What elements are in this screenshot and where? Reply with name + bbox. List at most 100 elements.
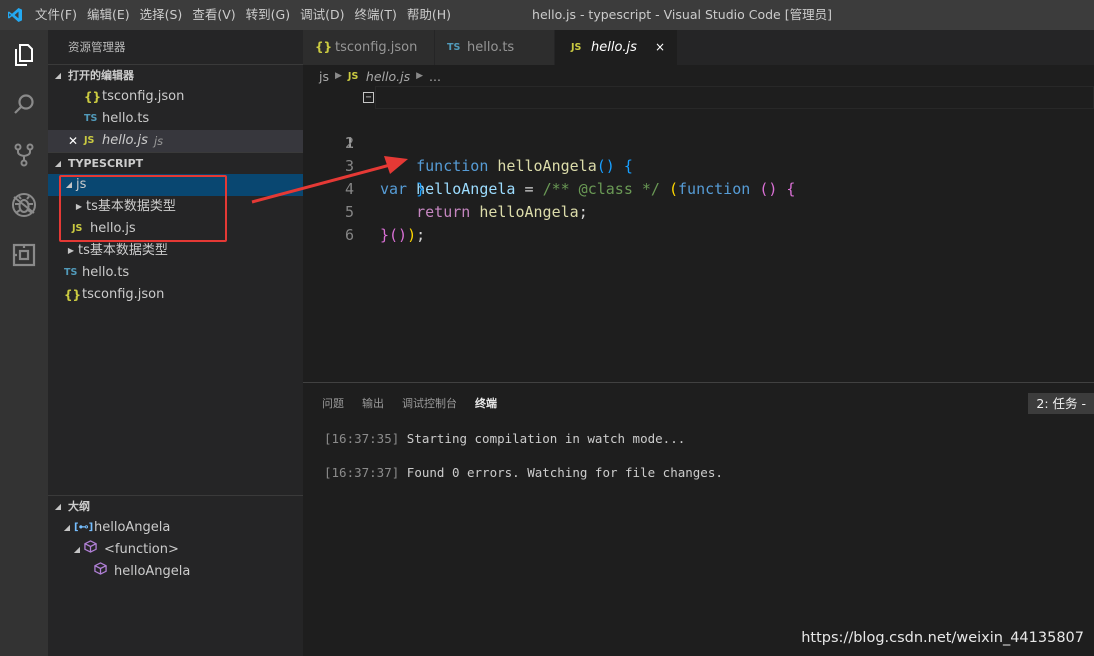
terminal-line: [16:37:37] Found 0 errors. Watching for …: [324, 465, 723, 480]
outline-item[interactable]: ◢ [⊷] helloAngela: [48, 517, 303, 539]
code-line: 1 − var helloAngela = /** @class */ (fun…: [303, 86, 1094, 198]
chevron-right-icon: ▶: [75, 202, 83, 211]
menu-edit[interactable]: 编辑(E): [82, 0, 135, 30]
tree-file-hello-ts[interactable]: TS hello.ts: [48, 262, 303, 284]
menu-go[interactable]: 转到(G): [241, 0, 295, 30]
line-number: 6: [344, 226, 354, 244]
explorer-icon[interactable]: [0, 30, 48, 80]
open-editor-label: tsconfig.json: [102, 89, 185, 104]
menu-terminal[interactable]: 终端(T): [349, 0, 401, 30]
tree-file-hello-js[interactable]: JS hello.js: [48, 218, 303, 240]
terminal-line: [16:37:35] Starting compilation in watch…: [324, 431, 686, 446]
debug-icon[interactable]: [0, 180, 48, 230]
menu-bar: 文件(F) 编辑(E) 选择(S) 查看(V) 转到(G) 调试(D) 终端(T…: [30, 0, 456, 30]
chevron-down-icon: ◢: [73, 545, 81, 554]
outline-label: <function>: [104, 542, 179, 557]
watermark: https://blog.csdn.net/weixin_44135807: [801, 630, 1084, 646]
open-editors-header[interactable]: ◢ 打开的编辑器: [48, 64, 303, 86]
code-line: 6: [303, 201, 1094, 244]
json-file-icon: {}: [64, 288, 82, 302]
code-editor[interactable]: 1 − var helloAngela = /** @class */ (fun…: [303, 86, 1094, 382]
workspace-header[interactable]: ◢ TYPESCRIPT: [48, 152, 303, 174]
breadcrumb-item[interactable]: js: [319, 69, 329, 84]
outline-label: helloAngela: [94, 520, 171, 535]
panel-tab-debug-console[interactable]: 调试控制台: [402, 383, 457, 425]
bottom-panel: 问题 输出 调试控制台 终端 2: 任务 - [16:37:35] Starti…: [303, 382, 1094, 656]
variable-symbol-icon: [⊷]: [74, 522, 94, 533]
ts-file-icon: TS: [64, 267, 78, 278]
open-editor-item-active[interactable]: ✕ JS hello.js js: [48, 130, 303, 152]
open-editor-item[interactable]: TS hello.ts: [48, 108, 303, 130]
tree-file-tsconfig[interactable]: {} tsconfig.json: [48, 284, 303, 306]
tab-hello-ts[interactable]: TS hello.ts: [435, 30, 555, 65]
chevron-down-icon: ◢: [65, 180, 73, 189]
menu-file[interactable]: 文件(F): [30, 0, 82, 30]
outline-item[interactable]: ◢ <function>: [48, 539, 303, 561]
chevron-down-icon: ◢: [54, 158, 62, 168]
tab-label: hello.js: [591, 40, 637, 55]
breadcrumb: js ▶ JS hello.js ▶ ...: [303, 65, 1094, 87]
tree-folder-js[interactable]: ◢ js: [48, 174, 303, 196]
open-editor-label: hello.ts: [102, 111, 150, 126]
extensions-icon[interactable]: [0, 230, 48, 280]
menu-debug[interactable]: 调试(D): [295, 0, 349, 30]
open-editor-description: js: [153, 134, 164, 148]
js-file-icon: JS: [72, 223, 83, 234]
outline-header[interactable]: ◢ 大纲: [48, 495, 303, 517]
tab-label: hello.ts: [467, 40, 515, 55]
chevron-right-icon: ▶: [335, 71, 342, 81]
vscode-logo-icon: [0, 0, 30, 30]
tree-item-label: js: [76, 177, 87, 192]
tab-close-icon[interactable]: ×: [655, 30, 665, 65]
code-line: 4 return helloAngela;: [303, 155, 1094, 221]
chevron-down-icon: ◢: [54, 70, 62, 80]
js-file-icon: JS: [84, 135, 95, 146]
panel-tab-terminal[interactable]: 终端: [475, 383, 497, 425]
editor-tabs: {} tsconfig.json TS hello.ts JS hello.js…: [303, 30, 1094, 65]
close-icon[interactable]: ✕: [68, 130, 84, 152]
menu-view[interactable]: 查看(V): [187, 0, 240, 30]
ts-file-icon: TS: [84, 113, 98, 124]
tree-item-label: ts基本数据类型: [78, 243, 168, 258]
tab-hello-js[interactable]: JS hello.js ×: [555, 30, 678, 65]
chevron-right-icon: ▶: [67, 246, 75, 255]
code-line: 2 function helloAngela() {: [303, 109, 1094, 175]
fold-minus-icon[interactable]: −: [363, 92, 374, 103]
sidebar-title: 资源管理器: [68, 40, 126, 54]
tree-folder-ts-types[interactable]: ▶ ts基本数据类型: [48, 240, 303, 262]
outline-label: helloAngela: [114, 564, 191, 579]
current-line-highlight: [375, 86, 1094, 109]
open-editor-item[interactable]: {} tsconfig.json: [48, 86, 303, 108]
source-control-icon[interactable]: [0, 130, 48, 180]
ts-file-icon: TS: [447, 42, 461, 53]
code-line: 5 }());: [303, 178, 1094, 244]
tree-item-label: hello.ts: [82, 265, 130, 280]
tab-tsconfig[interactable]: {} tsconfig.json: [303, 30, 435, 65]
js-file-icon: JS: [347, 70, 359, 82]
chevron-down-icon: ◢: [54, 501, 62, 511]
tree-folder-ts-types[interactable]: ▶ ts基本数据类型: [48, 196, 303, 218]
outline-section: ◢ 大纲 ◢ [⊷] helloAngela ◢ <function> hell…: [48, 495, 303, 583]
title-bar: 文件(F) 编辑(E) 选择(S) 查看(V) 转到(G) 调试(D) 终端(T…: [0, 0, 1094, 30]
search-icon[interactable]: [0, 80, 48, 130]
panel-tab-output[interactable]: 输出: [362, 383, 384, 425]
outline-item[interactable]: helloAngela: [48, 561, 303, 583]
breadcrumb-item[interactable]: ...: [429, 69, 441, 84]
tree-item-label: hello.js: [90, 221, 136, 236]
function-symbol-icon: [94, 561, 114, 583]
terminal-select[interactable]: 2: 任务 -: [1028, 393, 1094, 414]
panel-tab-problems[interactable]: 问题: [322, 383, 344, 425]
menu-help[interactable]: 帮助(H): [402, 0, 456, 30]
json-file-icon: {}: [84, 90, 102, 104]
json-file-icon: {}: [315, 40, 333, 54]
menu-selection[interactable]: 选择(S): [135, 0, 188, 30]
panel-tabs: 问题 输出 调试控制台 终端: [303, 383, 1094, 425]
explorer-sidebar: 资源管理器 ◢ 打开的编辑器 {} tsconfig.json TS hello…: [48, 30, 303, 656]
breadcrumb-item[interactable]: hello.js: [366, 69, 410, 84]
tab-label: tsconfig.json: [335, 40, 418, 55]
tree-item-label: ts基本数据类型: [86, 199, 176, 214]
activity-bar: [0, 30, 48, 656]
js-file-icon: JS: [571, 42, 582, 53]
tree-item-label: tsconfig.json: [82, 287, 165, 302]
open-editor-label: hello.js: [102, 133, 148, 148]
